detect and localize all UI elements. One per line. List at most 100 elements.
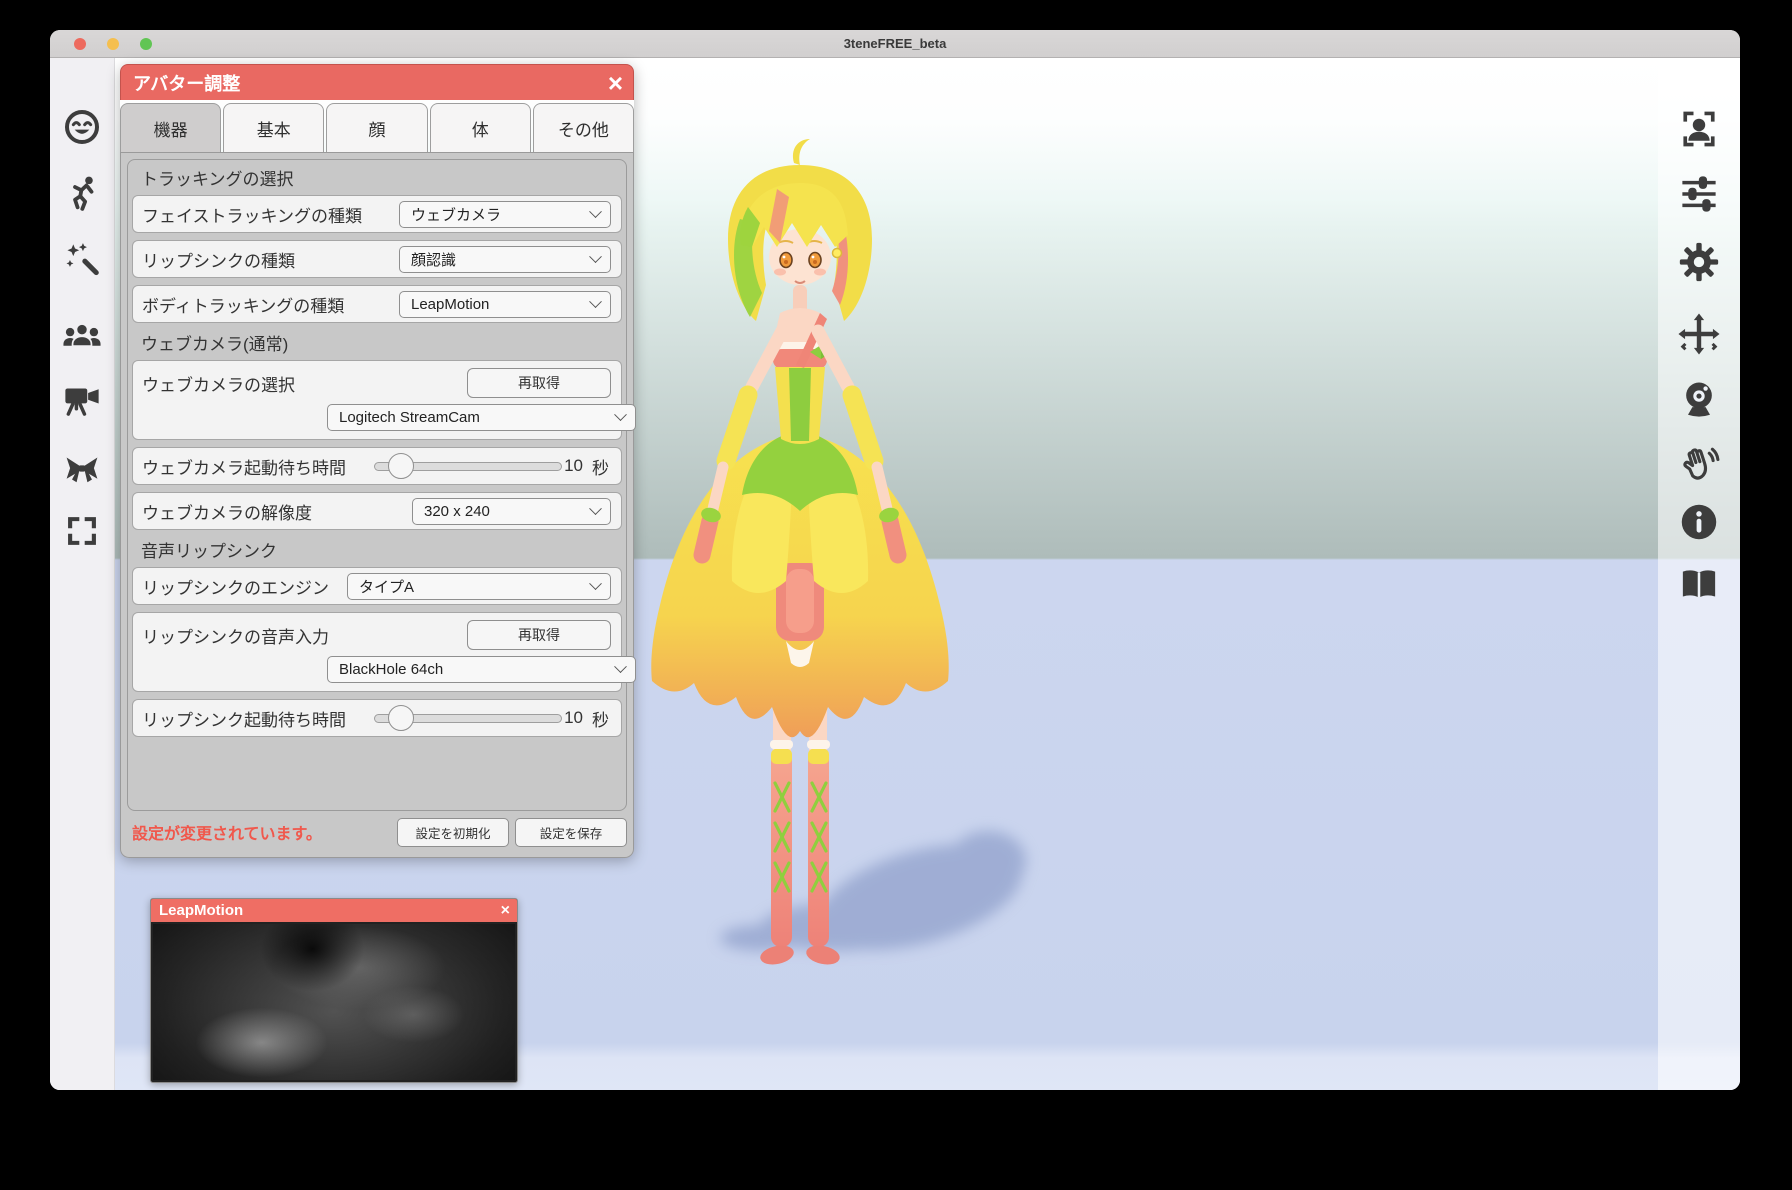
row-face-tracking-type: フェイストラッキングの種類 ウェブカメラ bbox=[132, 195, 622, 233]
lipsync-type-select[interactable]: 顔認識 bbox=[399, 246, 611, 273]
slider-knob[interactable] bbox=[388, 705, 414, 731]
row-lipsync-audio-input: リップシンクの音声入力 再取得 BlackHole 64ch bbox=[132, 612, 622, 692]
avatar-3d-model bbox=[590, 135, 1060, 985]
face-tracking-type-value: ウェブカメラ bbox=[411, 204, 501, 225]
body-tracking-type-select[interactable]: LeapMotion bbox=[399, 291, 611, 318]
lipsync-wait-unit: 秒 bbox=[592, 706, 609, 731]
lipsync-engine-label: リップシンクのエンジン bbox=[142, 574, 347, 599]
section-webcam-normal: ウェブカメラ(通常) bbox=[132, 330, 622, 360]
face-tracking-icon bbox=[1677, 107, 1721, 151]
device-settings-group: トラッキングの選択 フェイストラッキングの種類 ウェブカメラ リップシンクの種類 bbox=[127, 159, 627, 811]
leapmotion-window: LeapMotion × bbox=[150, 898, 518, 1083]
right-toolbar bbox=[1658, 58, 1740, 1090]
row-webcam-select: ウェブカメラの選択 再取得 Logitech StreamCam bbox=[132, 360, 622, 440]
webcam-resolution-select[interactable]: 320 x 240 bbox=[412, 498, 611, 525]
dialog-title: アバター調整 bbox=[133, 70, 608, 96]
toolbar-adjust-button[interactable] bbox=[1675, 170, 1723, 218]
chevron-down-icon bbox=[589, 205, 602, 218]
lipsync-wait-slider[interactable] bbox=[374, 714, 562, 723]
toolbar-avatars-button[interactable] bbox=[58, 313, 106, 361]
chevron-down-icon bbox=[589, 295, 602, 308]
webcam-resolution-value: 320 x 240 bbox=[424, 503, 490, 520]
people-group-icon bbox=[61, 316, 103, 358]
webcam-icon bbox=[1677, 377, 1721, 421]
fullscreen-icon bbox=[63, 512, 101, 550]
webcam-wait-slider[interactable] bbox=[374, 462, 562, 471]
tab-label: 体 bbox=[472, 116, 489, 141]
toolbar-fullscreen-button[interactable] bbox=[58, 507, 106, 555]
chevron-down-icon bbox=[614, 660, 627, 673]
lipsync-type-label: リップシンクの種類 bbox=[142, 247, 399, 272]
dialog-header: アバター調整 × bbox=[120, 64, 634, 100]
toolbar-motion-button[interactable] bbox=[58, 170, 106, 218]
audio-input-device-select[interactable]: BlackHole 64ch bbox=[327, 656, 636, 683]
face-tracking-type-label: フェイストラッキングの種類 bbox=[142, 202, 399, 227]
magic-wand-icon bbox=[63, 240, 101, 278]
tab-label: 基本 bbox=[257, 116, 291, 141]
section-tracking-select: トラッキングの選択 bbox=[132, 165, 622, 195]
row-lipsync-engine: リップシンクのエンジン タイプA bbox=[132, 567, 622, 605]
adjust-sliders-icon bbox=[1678, 173, 1720, 215]
tab-label: 顔 bbox=[369, 116, 386, 141]
smiley-face-icon bbox=[62, 107, 102, 147]
leapmotion-header: LeapMotion × bbox=[151, 899, 517, 922]
face-tracking-type-select[interactable]: ウェブカメラ bbox=[399, 201, 611, 228]
toolbar-face-tracking-button[interactable] bbox=[1675, 105, 1723, 153]
toolbar-info-button[interactable] bbox=[1675, 498, 1723, 546]
tab-basic[interactable]: 基本 bbox=[223, 103, 324, 152]
dialog-footer: 設定が変更されています。 設定を初期化 設定を保存 bbox=[127, 813, 627, 851]
toolbar-expression-button[interactable] bbox=[58, 103, 106, 151]
row-webcam-resolution: ウェブカメラの解像度 320 x 240 bbox=[132, 492, 622, 530]
video-camera-icon bbox=[61, 378, 103, 420]
webcam-device-select[interactable]: Logitech StreamCam bbox=[327, 404, 636, 431]
toolbar-move-button[interactable] bbox=[1675, 310, 1723, 358]
lipsync-wait-label: リップシンク起動待ち時間 bbox=[142, 706, 374, 731]
settings-reset-button[interactable]: 設定を初期化 bbox=[397, 818, 509, 847]
title-bar: 3teneFREE_beta bbox=[50, 30, 1740, 58]
tab-label: 機器 bbox=[154, 116, 188, 141]
toolbar-effects-button[interactable] bbox=[58, 235, 106, 283]
leapmotion-close-icon[interactable]: × bbox=[501, 902, 510, 920]
toolbar-hand-tracking-button[interactable] bbox=[1675, 441, 1723, 489]
body-tracking-type-value: LeapMotion bbox=[411, 296, 489, 313]
slider-knob[interactable] bbox=[388, 453, 414, 479]
move-arrows-icon bbox=[1677, 312, 1721, 356]
body-tracking-type-label: ボディトラッキングの種類 bbox=[142, 292, 399, 317]
dialog-close-icon[interactable]: × bbox=[608, 70, 623, 96]
toolbar-manual-button[interactable] bbox=[1675, 561, 1723, 609]
webcam-refresh-button[interactable]: 再取得 bbox=[467, 368, 611, 398]
tab-body[interactable]: 体 bbox=[430, 103, 531, 152]
tab-face[interactable]: 顔 bbox=[326, 103, 427, 152]
webcam-wait-value: 10 bbox=[564, 456, 583, 476]
viewport-3d: アバター調整 × 機器 基本 顔 体 その他 トラッキングの選択 フェイストラッ… bbox=[50, 58, 1740, 1090]
webcam-device-value: Logitech StreamCam bbox=[339, 409, 480, 426]
settings-save-button[interactable]: 設定を保存 bbox=[515, 818, 627, 847]
toolbar-webcam-button[interactable] bbox=[1675, 375, 1723, 423]
row-body-tracking-type: ボディトラッキングの種類 LeapMotion bbox=[132, 285, 622, 323]
toolbar-camera-button[interactable] bbox=[58, 375, 106, 423]
manual-book-icon bbox=[1677, 563, 1721, 607]
close-window-button[interactable] bbox=[74, 38, 86, 50]
row-lipsync-wait-time: リップシンク起動待ち時間 10 秒 bbox=[132, 699, 622, 737]
tab-other[interactable]: その他 bbox=[533, 103, 634, 152]
lipsync-engine-select[interactable]: タイプA bbox=[347, 573, 611, 600]
toolbar-accessory-button[interactable] bbox=[58, 445, 106, 493]
lipsync-type-value: 顔認識 bbox=[411, 249, 456, 270]
lipsync-wait-value: 10 bbox=[564, 708, 583, 728]
tab-label: その他 bbox=[558, 116, 609, 141]
left-toolbar bbox=[50, 58, 115, 1090]
minimize-window-button[interactable] bbox=[107, 38, 119, 50]
audio-input-refresh-button[interactable]: 再取得 bbox=[467, 620, 611, 650]
dialog-panel: トラッキングの選択 フェイストラッキングの種類 ウェブカメラ リップシンクの種類 bbox=[120, 152, 634, 858]
zoom-window-button[interactable] bbox=[140, 38, 152, 50]
tab-device[interactable]: 機器 bbox=[120, 103, 221, 152]
screenshot-stage: 3teneFREE_beta bbox=[0, 0, 1792, 1190]
info-icon bbox=[1677, 500, 1721, 544]
toolbar-settings-button[interactable] bbox=[1675, 238, 1723, 286]
settings-changed-message: 設定が変更されています。 bbox=[127, 820, 391, 844]
webcam-resolution-label: ウェブカメラの解像度 bbox=[142, 499, 412, 524]
dialog-tabs: 機器 基本 顔 体 その他 bbox=[120, 100, 634, 152]
chevron-down-icon bbox=[589, 250, 602, 263]
row-webcam-wait-time: ウェブカメラ起動待ち時間 10 秒 bbox=[132, 447, 622, 485]
chevron-down-icon bbox=[614, 408, 627, 421]
